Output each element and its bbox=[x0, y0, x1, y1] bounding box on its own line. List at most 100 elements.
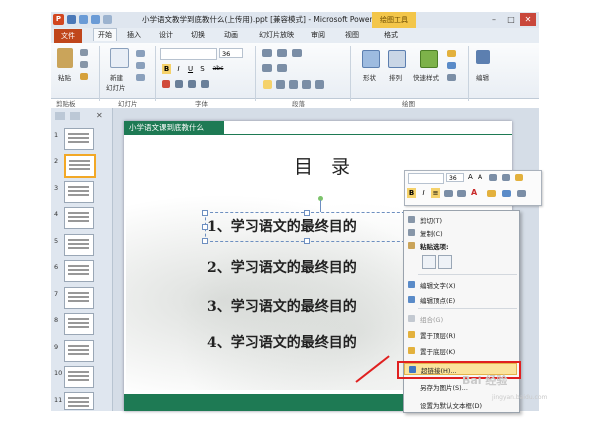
cut-icon[interactable] bbox=[80, 49, 88, 56]
undo-icon[interactable] bbox=[79, 15, 88, 24]
tab-home[interactable]: 开始 bbox=[93, 28, 117, 41]
tab-slideshow[interactable]: 幻灯片放映 bbox=[259, 30, 294, 40]
tab-review[interactable]: 审阅 bbox=[311, 30, 325, 40]
grow-font-icon[interactable] bbox=[188, 80, 196, 88]
find-icon[interactable] bbox=[476, 50, 490, 64]
toc-item[interactable]: 1、学习语文的最终目的 bbox=[207, 216, 357, 236]
justify-icon[interactable] bbox=[302, 80, 311, 89]
mini-bold-button[interactable]: B bbox=[407, 188, 416, 198]
paste-keep-formatting-icon[interactable] bbox=[422, 255, 436, 269]
mini-align-right-icon[interactable] bbox=[457, 190, 466, 197]
indent-icon[interactable] bbox=[292, 49, 302, 57]
close-button[interactable]: ✕ bbox=[520, 13, 536, 26]
new-slide-label[interactable]: 新建 bbox=[110, 72, 123, 82]
minimize-button[interactable]: – bbox=[486, 13, 502, 26]
slide-thumbnail[interactable] bbox=[64, 287, 94, 309]
mini-font-size[interactable]: 36 bbox=[446, 173, 464, 182]
mini-indent-icon[interactable] bbox=[489, 174, 497, 181]
menu-item-edit-text[interactable]: 编辑文字(X) bbox=[404, 279, 517, 291]
change-case-icon[interactable] bbox=[175, 80, 183, 88]
mini-grow-font[interactable]: A bbox=[468, 173, 473, 181]
menu-item-copy[interactable]: 复制(C) bbox=[404, 227, 517, 239]
new-slide-label-2[interactable]: 幻灯片 bbox=[106, 82, 126, 92]
slide-thumbnail[interactable] bbox=[64, 181, 94, 203]
mini-format-painter-icon[interactable] bbox=[515, 174, 523, 181]
quick-styles-label[interactable]: 快速样式 bbox=[413, 72, 439, 82]
slide-thumbnail[interactable] bbox=[64, 366, 94, 388]
align-center-icon[interactable] bbox=[276, 80, 285, 89]
slide-thumbnail[interactable] bbox=[64, 260, 94, 282]
toc-item[interactable]: 4、学习语文的最终目的 bbox=[207, 332, 357, 352]
resize-handle[interactable] bbox=[202, 238, 208, 244]
paste-icon[interactable] bbox=[57, 48, 73, 68]
tab-insert[interactable]: 插入 bbox=[127, 30, 141, 40]
toc-item[interactable]: 3、学习语文的最终目的 bbox=[207, 296, 357, 316]
mini-shrink-font[interactable]: A bbox=[478, 174, 482, 181]
mini-outline-icon[interactable] bbox=[502, 190, 511, 197]
bullets-icon[interactable] bbox=[262, 49, 272, 57]
shape-fill-icon[interactable] bbox=[447, 50, 456, 57]
slide-thumbnail[interactable] bbox=[64, 128, 94, 150]
text-direction-icon[interactable] bbox=[262, 64, 272, 72]
paste-label[interactable]: 粘贴 bbox=[58, 72, 71, 82]
align-left-icon[interactable] bbox=[263, 80, 272, 89]
tab-format[interactable]: 格式 bbox=[384, 30, 398, 40]
shapes-label[interactable]: 形状 bbox=[363, 72, 376, 82]
mini-outdent-icon[interactable] bbox=[502, 174, 510, 181]
font-size-box[interactable]: 36 bbox=[219, 48, 243, 58]
mini-fill-icon[interactable] bbox=[487, 190, 496, 197]
arrange-label[interactable]: 排列 bbox=[389, 72, 402, 82]
tab-transitions[interactable]: 切换 bbox=[191, 30, 205, 40]
tab-animations[interactable]: 动画 bbox=[224, 30, 238, 40]
align-text-icon[interactable] bbox=[277, 64, 287, 72]
maximize-button[interactable]: □ bbox=[503, 13, 519, 26]
outline-tab-icon[interactable] bbox=[70, 112, 80, 120]
shadow-button[interactable]: S bbox=[198, 64, 207, 74]
menu-item-edit-points[interactable]: 编辑顶点(E) bbox=[404, 294, 517, 306]
slides-tab-icon[interactable] bbox=[55, 112, 65, 120]
slide-thumbnail[interactable] bbox=[64, 392, 94, 410]
shape-outline-icon[interactable] bbox=[447, 62, 456, 69]
shapes-icon[interactable] bbox=[362, 50, 380, 68]
italic-button[interactable]: I bbox=[174, 64, 183, 74]
editing-label[interactable]: 编辑 bbox=[476, 72, 489, 82]
menu-item-group[interactable]: 组合(G) bbox=[404, 313, 517, 325]
align-right-icon[interactable] bbox=[289, 80, 298, 89]
format-painter-icon[interactable] bbox=[80, 73, 88, 80]
resize-handle[interactable] bbox=[304, 238, 310, 244]
quick-styles-icon[interactable] bbox=[420, 50, 438, 68]
layout-icon[interactable] bbox=[136, 50, 145, 57]
powerpoint-app-icon[interactable]: P bbox=[53, 14, 64, 25]
slide-thumbnail-selected[interactable] bbox=[64, 154, 96, 178]
menu-item-cut[interactable]: 剪切(T) bbox=[404, 214, 517, 226]
menu-item-send-to-back[interactable]: 置于底层(K) bbox=[404, 345, 517, 357]
reset-icon[interactable] bbox=[136, 62, 145, 69]
paste-picture-icon[interactable] bbox=[438, 255, 452, 269]
strikethrough-button[interactable]: abc bbox=[210, 64, 226, 74]
section-icon[interactable] bbox=[136, 74, 145, 81]
tab-design[interactable]: 设计 bbox=[159, 30, 173, 40]
font-color-icon[interactable] bbox=[162, 80, 170, 88]
mini-font-color-button[interactable]: A bbox=[471, 188, 477, 197]
slide-title[interactable]: 目 录 bbox=[294, 152, 356, 179]
mini-effects-icon[interactable] bbox=[517, 190, 526, 197]
shrink-font-icon[interactable] bbox=[201, 80, 209, 88]
save-icon[interactable] bbox=[67, 15, 76, 24]
tab-file[interactable]: 文件 bbox=[54, 29, 82, 43]
mini-align-left-icon[interactable] bbox=[444, 190, 453, 197]
numbering-icon[interactable] bbox=[277, 49, 287, 57]
customize-quick-access-icon[interactable] bbox=[103, 15, 112, 24]
columns-icon[interactable] bbox=[315, 80, 324, 89]
mini-italic-button[interactable]: I bbox=[419, 188, 428, 198]
slide-thumbnail[interactable] bbox=[64, 340, 94, 362]
mini-font-name[interactable] bbox=[408, 173, 444, 184]
redo-icon[interactable] bbox=[91, 15, 100, 24]
underline-button[interactable]: U bbox=[186, 64, 195, 74]
bold-button[interactable]: B bbox=[162, 64, 171, 74]
slide-thumbnail[interactable] bbox=[64, 234, 94, 256]
slide-thumbnail[interactable] bbox=[64, 207, 94, 229]
copy-icon[interactable] bbox=[80, 61, 88, 68]
new-slide-icon[interactable] bbox=[110, 48, 129, 68]
slide-thumbnail[interactable] bbox=[64, 313, 94, 335]
menu-item-bring-to-front[interactable]: 置于顶层(R) bbox=[404, 329, 517, 341]
